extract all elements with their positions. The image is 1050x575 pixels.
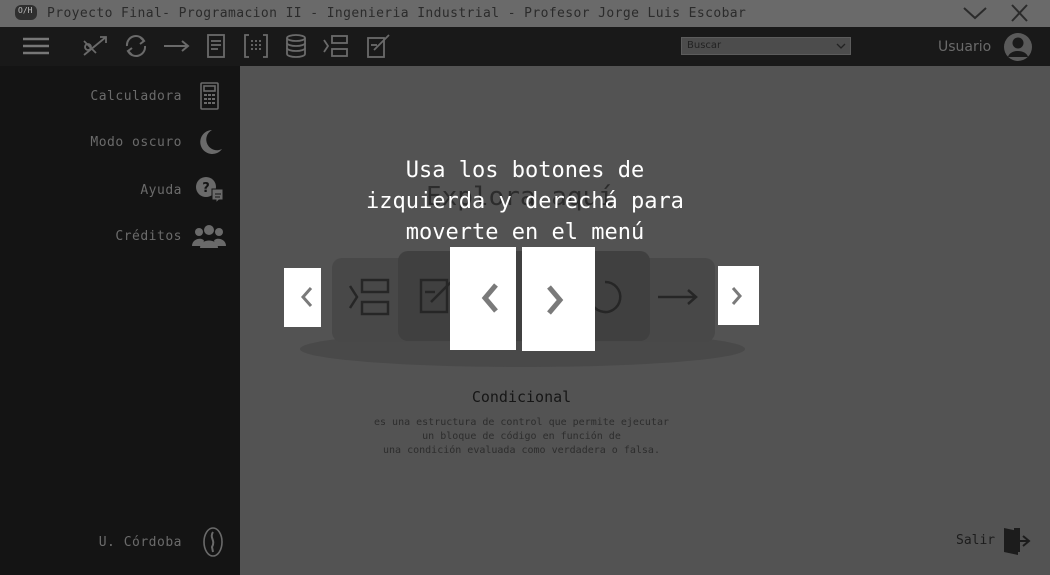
chevron-left-icon [300, 287, 313, 307]
chevron-left-icon [481, 283, 498, 313]
app-logo-text: O/H [18, 6, 33, 15]
tutorial-left-button[interactable] [450, 247, 516, 350]
people-icon [192, 221, 226, 251]
tutorial-right-button[interactable] [522, 247, 595, 351]
carousel-prev-button[interactable] [284, 268, 321, 327]
loop-icon[interactable] [121, 31, 151, 61]
sidebar: Calculadora Modo oscuro Ayuda ? Créditos… [0, 66, 240, 575]
concept-title: Condicional [471, 388, 572, 406]
sidebar-item-modo-oscuro[interactable]: Modo oscuro [90, 127, 226, 157]
sidebar-item-label: Créditos [115, 228, 182, 244]
arrow-right-icon[interactable] [161, 31, 191, 61]
avatar-icon[interactable] [1003, 32, 1033, 62]
chevron-down-icon [836, 43, 846, 49]
user-label[interactable]: Usuario [938, 39, 991, 55]
sidebar-item-label: Modo oscuro [90, 134, 182, 150]
university-icon [192, 527, 226, 557]
chevron-down-icon[interactable] [960, 2, 990, 24]
title-bar: O/H Proyecto Final- Programacion II - In… [0, 0, 1050, 27]
svg-text:?: ? [202, 181, 210, 196]
menu-icon[interactable] [21, 31, 51, 61]
chevron-right-icon [547, 285, 564, 315]
search-select[interactable]: Buscar [681, 37, 851, 55]
sidebar-item-label: Calculadora [90, 88, 182, 104]
sidebar-item-ayuda[interactable]: Ayuda ? [140, 175, 226, 205]
exit-door-icon[interactable] [1000, 525, 1032, 557]
conditional-icon[interactable] [344, 272, 394, 322]
carousel-next-button[interactable] [718, 266, 759, 325]
sidebar-item-u-cordoba[interactable]: U. Córdoba [99, 527, 226, 557]
sidebar-item-label: U. Córdoba [98, 534, 182, 550]
close-icon[interactable] [1005, 2, 1035, 24]
chevron-right-icon [731, 287, 742, 305]
tutorial-message: Usa los botones de izquierda y derechá p… [366, 158, 684, 245]
sidebar-item-creditos[interactable]: Créditos [115, 221, 226, 251]
calculator-icon [192, 81, 226, 111]
sidebar-item-label: Ayuda [140, 182, 182, 198]
help-chat-icon: ? [192, 175, 226, 205]
moon-icon [192, 127, 226, 157]
conditional-icon[interactable] [321, 31, 351, 61]
edit-icon[interactable] [363, 31, 393, 61]
database-icon[interactable] [281, 31, 311, 61]
arrow-right-icon[interactable] [652, 272, 702, 322]
array-icon[interactable] [241, 31, 271, 61]
document-icon[interactable] [201, 31, 231, 61]
window-title: Proyecto Final- Programacion II - Ingeni… [47, 6, 747, 21]
toolbar: Buscar Usuario [0, 27, 1050, 66]
main-panel: Explora aquí Condicional es una estructu… [240, 66, 1050, 575]
search-select-value: Buscar [687, 40, 722, 51]
concept-description: es una estructura de control que permite… [373, 417, 669, 456]
app-logo-icon: O/H [15, 5, 37, 20]
variable-icon[interactable] [80, 31, 110, 61]
exit-label[interactable]: Salir [956, 533, 995, 548]
sidebar-item-calculadora[interactable]: Calculadora [90, 81, 226, 111]
